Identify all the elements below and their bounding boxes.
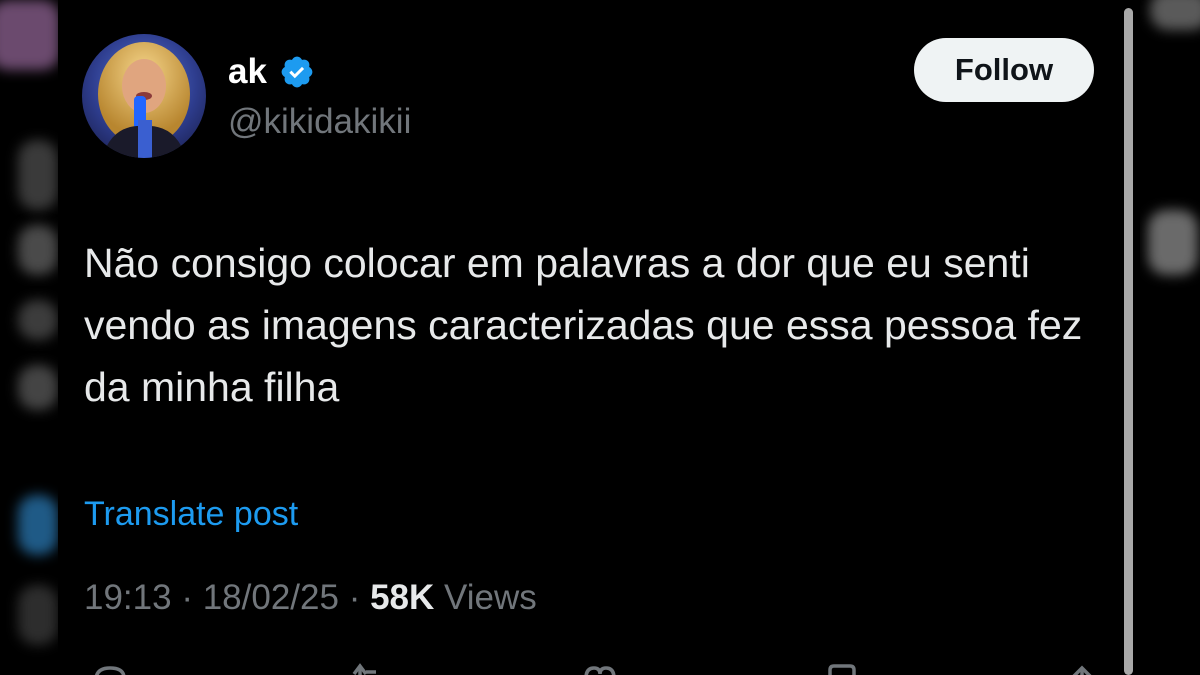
views-count: 58K [370,578,445,617]
tweet-time[interactable]: 19:13 [84,578,172,617]
translate-post-link[interactable]: Translate post [84,491,298,537]
background-right-blur [1140,0,1200,675]
tweet-date[interactable]: 18/02/25 [203,578,339,617]
reply-icon[interactable] [90,660,130,675]
meta-separator: · [348,578,371,617]
like-icon[interactable] [580,660,620,675]
scrollbar[interactable] [1124,8,1133,675]
follow-button[interactable]: Follow [914,38,1094,102]
meta-separator: · [181,578,203,617]
bookmark-icon[interactable] [822,660,862,675]
profile-photo-icon [82,34,206,158]
share-icon[interactable] [1062,660,1102,675]
author-name-row[interactable]: ak [228,50,315,94]
avatar[interactable] [82,34,206,158]
verified-badge-icon [281,56,313,88]
repost-icon[interactable] [346,660,386,675]
tweet-meta: 19:13 · 18/02/25 · 58K Views [84,575,537,621]
display-name[interactable]: ak [228,50,267,94]
screenshot-frame: ak @kikidakikii Follow Não consigo coloc… [0,0,1200,675]
tweet-text: Não consigo colocar em palavras a dor qu… [84,240,1083,410]
tweet-action-bar [84,660,1104,675]
background-left-blur [0,0,60,675]
views-label: Views [444,578,537,617]
author-handle[interactable]: @kikidakikii [228,100,411,144]
